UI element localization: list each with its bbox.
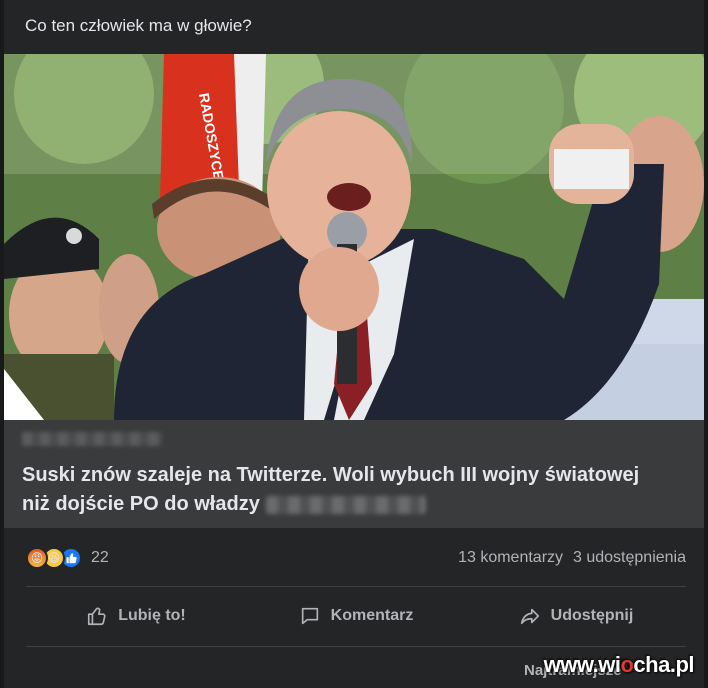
shares-count[interactable]: 3 udostępnienia bbox=[573, 549, 686, 567]
rally-photo: RADOSZYCE bbox=[4, 54, 704, 420]
comments-count[interactable]: 13 komentarzy bbox=[458, 549, 563, 567]
facebook-post: Co ten człowiek ma w głowie? RADOSZYCE S… bbox=[4, 0, 704, 688]
link-meta[interactable]: Suski znów szaleje na Twitterze. Woli wy… bbox=[4, 420, 704, 528]
divider bbox=[26, 586, 686, 587]
link-title-wrap: Suski znów szaleje na Twitterze. Woli wy… bbox=[22, 461, 662, 519]
watermark-logo: www.wiocha.pl bbox=[543, 652, 695, 678]
share-label: Udostępnij bbox=[550, 607, 634, 624]
share-arrow-icon bbox=[520, 608, 539, 625]
link-domain-blurred bbox=[22, 432, 162, 446]
comment-button[interactable]: Komentarz bbox=[246, 592, 466, 640]
divider bbox=[26, 646, 686, 647]
reactions-summary[interactable]: 😡 😆 22 bbox=[26, 547, 109, 569]
like-label: Lubię to! bbox=[118, 607, 186, 624]
watermark-prefix: www.wi bbox=[543, 652, 621, 677]
thumbs-up-icon bbox=[88, 607, 106, 626]
share-button[interactable]: Udostępnij bbox=[466, 592, 686, 640]
angry-reaction-icon: 😡 bbox=[26, 547, 48, 569]
watermark-accent: o bbox=[620, 652, 634, 677]
reaction-count: 22 bbox=[91, 549, 109, 566]
post-actions: Lubię to! Komentarz Udostępnij bbox=[26, 592, 686, 640]
blurred-source bbox=[265, 495, 426, 514]
post-text: Co ten człowiek ma w głowie? bbox=[25, 16, 252, 35]
comment-icon bbox=[301, 607, 318, 625]
watermark-suffix: cha.pl bbox=[633, 652, 694, 677]
comment-label: Komentarz bbox=[330, 607, 414, 624]
like-button[interactable]: Lubię to! bbox=[26, 592, 246, 640]
link-preview-image[interactable]: RADOSZYCE bbox=[4, 54, 704, 420]
post-stats: 😡 😆 22 13 komentarzy 3 udostępnienia bbox=[26, 542, 686, 574]
